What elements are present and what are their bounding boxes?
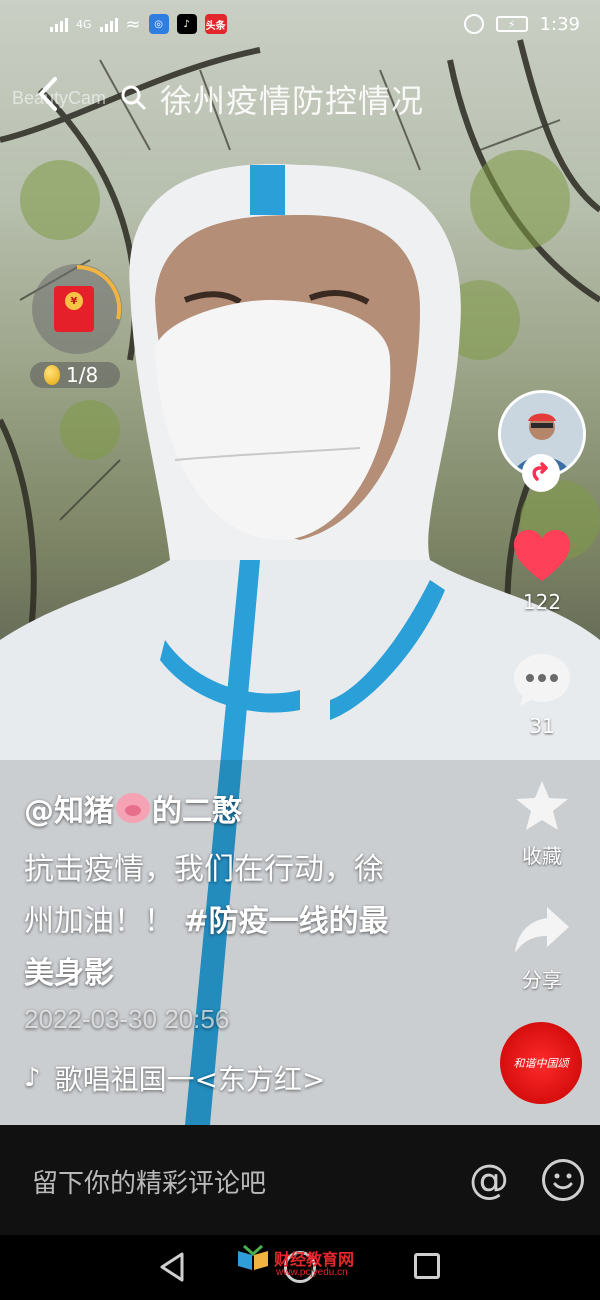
back-button[interactable] <box>28 72 68 116</box>
coin-progress-text: 1/8 <box>66 363 99 387</box>
smiley-face-icon <box>553 1173 573 1190</box>
favorite-button[interactable]: 收藏 <box>498 776 586 869</box>
tiktok-icon: ♪ <box>176 14 197 34</box>
music-title: 歌唱祖国一<东方红> <box>54 1063 326 1096</box>
comment-bubble-icon <box>514 654 570 706</box>
nav-recents-icon[interactable] <box>414 1253 440 1279</box>
coin-progress: 1/8 <box>30 362 120 388</box>
comment-input[interactable]: 留下你的精彩评论吧 <box>32 1163 266 1200</box>
site-url: www.pcjyedu.cn <box>276 1267 348 1278</box>
network-type: 4G <box>76 17 92 31</box>
music-disc-label: 和谐中国颂 <box>513 1057 569 1070</box>
share-button[interactable]: 分享 <box>498 900 586 993</box>
follow-button[interactable] <box>522 454 560 492</box>
status-bar: 4G ≈ ◎ ♪ 头条 ⚡ 1:39 <box>0 0 600 48</box>
comment-count: 31 <box>529 714 555 738</box>
share-arrow-icon <box>515 907 569 953</box>
nav-back-icon[interactable] <box>158 1251 186 1283</box>
red-envelope-seal: ¥ <box>65 292 83 310</box>
post-timestamp: 2022-03-30 20:56 <box>24 1004 230 1034</box>
book-logo-icon <box>238 1245 268 1270</box>
pig-emoji-icon <box>116 793 150 823</box>
music-disc[interactable]: 和谐中国颂 <box>500 1022 582 1104</box>
author-username[interactable]: @知猪 的二憨 <box>24 786 394 830</box>
music-note-icon: ♪ <box>24 1063 41 1093</box>
comment-bar: 留下你的精彩评论吧 @ <box>0 1125 600 1235</box>
signal-icon-2 <box>99 16 118 32</box>
red-packet-widget[interactable]: ¥ <box>32 264 122 354</box>
app-notification-icon: ◎ <box>148 14 169 34</box>
star-icon <box>516 781 568 830</box>
return-arrow-icon <box>532 462 548 481</box>
alarm-icon <box>463 14 484 34</box>
username-prefix: @知猪 <box>24 794 114 829</box>
signal-icon <box>50 16 68 32</box>
search-top-bar: BeautyCam 徐州疫情防控情况 <box>0 62 600 126</box>
like-count: 122 <box>522 590 562 614</box>
comment-button[interactable]: 31 <box>498 650 586 738</box>
search-icon[interactable] <box>120 84 146 110</box>
post-description: 抗击疫情，我们在行动，徐州加油！！ #防疫一线的最美身影 <box>24 844 394 1000</box>
favorite-label: 收藏 <box>522 844 562 868</box>
chevron-left-icon <box>39 77 57 111</box>
emoji-icon[interactable] <box>542 1159 584 1201</box>
like-button[interactable]: 122 <box>498 526 586 614</box>
heart-icon <box>513 529 571 582</box>
toutiao-icon: 头条 <box>204 14 227 34</box>
system-nav-bar: 财经教育网 www.pcjyedu.cn <box>0 1235 600 1300</box>
clock: 1:39 <box>539 13 580 35</box>
post-caption: @知猪 的二憨 抗击疫情，我们在行动，徐州加油！！ #防疫一线的最美身影 202… <box>24 786 394 1035</box>
search-query[interactable]: 徐州疫情防控情况 <box>160 76 424 122</box>
mention-icon[interactable]: @ <box>466 1157 512 1203</box>
music-info[interactable]: ♪ 歌唱祖国一<东方红> <box>24 1058 326 1098</box>
wifi-icon: ≈ <box>125 13 141 35</box>
username-suffix: 的二憨 <box>152 794 242 829</box>
share-label: 分享 <box>522 968 562 992</box>
battery-icon: ⚡ <box>495 16 528 32</box>
coin-icon <box>44 365 60 385</box>
